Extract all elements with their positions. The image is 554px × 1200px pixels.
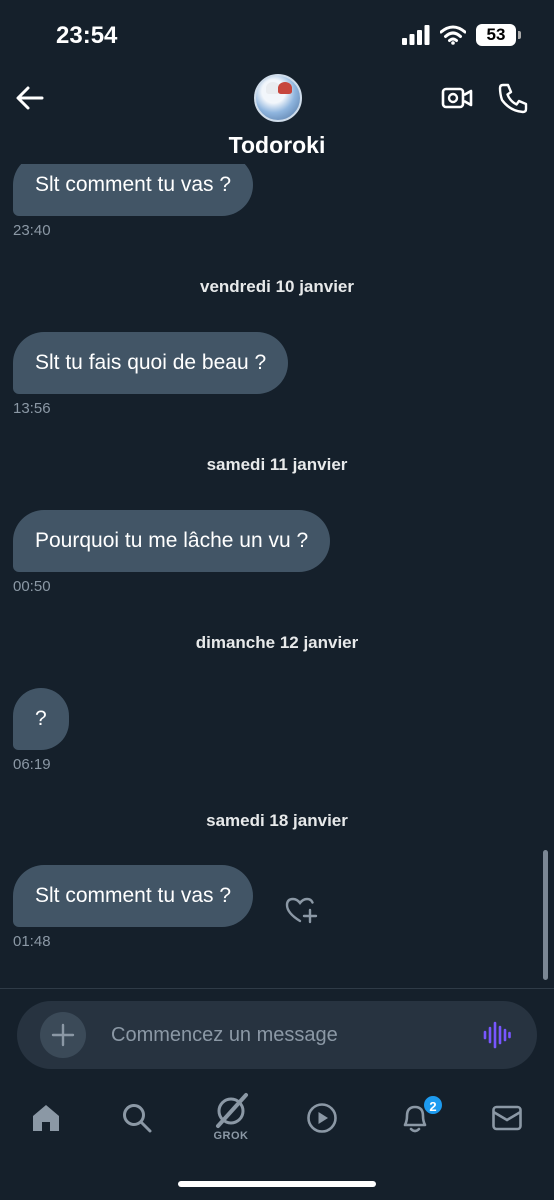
grok-icon <box>216 1093 248 1128</box>
message-composer <box>17 1001 537 1069</box>
message-bubble[interactable]: ? <box>13 688 69 750</box>
tab-search[interactable] <box>115 1096 159 1140</box>
contact-name[interactable]: Todoroki <box>0 132 554 159</box>
message-time: 23:40 <box>13 222 51 239</box>
notifications-badge: 2 <box>422 1094 444 1116</box>
date-separator: vendredi 10 janvier <box>199 277 355 296</box>
date-separator: samedi 11 janvier <box>206 455 348 474</box>
grok-label: GROK <box>213 1130 249 1142</box>
video-camera-icon[interactable] <box>441 84 473 112</box>
tab-home[interactable] <box>24 1096 68 1140</box>
message-bubble[interactable]: Slt tu fais quoi de beau ? <box>13 332 289 394</box>
play-circle-icon <box>307 1103 337 1133</box>
search-icon <box>123 1104 152 1133</box>
status-bar: 23:54 53 <box>0 0 554 72</box>
status-time: 23:54 <box>56 22 118 49</box>
message-thread[interactable]: Slt comment tu vas ? 23:40 vendredi 10 j… <box>0 164 554 986</box>
bottom-navigation: GROK 2 <box>0 1082 554 1152</box>
home-indicator[interactable] <box>178 1181 376 1187</box>
message-time: 00:50 <box>13 578 51 595</box>
heart-plus-icon[interactable] <box>284 894 318 926</box>
status-icons: 53 <box>402 24 521 46</box>
waveform-icon[interactable] <box>483 1021 511 1049</box>
date-separator: dimanche 12 janvier <box>195 633 359 652</box>
date-separator: samedi 18 janvier <box>206 811 348 830</box>
message-time: 13:56 <box>13 400 51 417</box>
message-input[interactable] <box>111 1015 471 1055</box>
tab-messages[interactable] <box>485 1096 529 1140</box>
arrow-left-icon[interactable] <box>14 84 46 112</box>
envelope-icon <box>492 1105 522 1131</box>
message-bubble[interactable]: Slt comment tu vas ? <box>13 164 254 216</box>
cellular-signal-icon <box>402 25 430 45</box>
avatar[interactable] <box>254 74 302 122</box>
home-icon <box>33 1105 59 1131</box>
divider <box>0 988 554 989</box>
scrollbar[interactable] <box>543 850 548 980</box>
add-attachment-button[interactable] <box>40 1012 86 1058</box>
message-bubble[interactable]: Pourquoi tu me lâche un vu ? <box>13 510 331 572</box>
phone-icon[interactable] <box>498 82 528 114</box>
tab-video[interactable] <box>300 1096 344 1140</box>
tab-grok[interactable]: GROK <box>208 1092 254 1146</box>
message-time: 06:19 <box>13 756 51 773</box>
battery-indicator: 53 <box>476 24 521 46</box>
wifi-icon <box>440 25 466 45</box>
conversation-header: Todoroki <box>0 72 554 164</box>
plus-icon <box>51 1023 75 1047</box>
message-time: 01:48 <box>13 933 51 950</box>
message-bubble[interactable]: Slt comment tu vas ? <box>13 865 254 927</box>
